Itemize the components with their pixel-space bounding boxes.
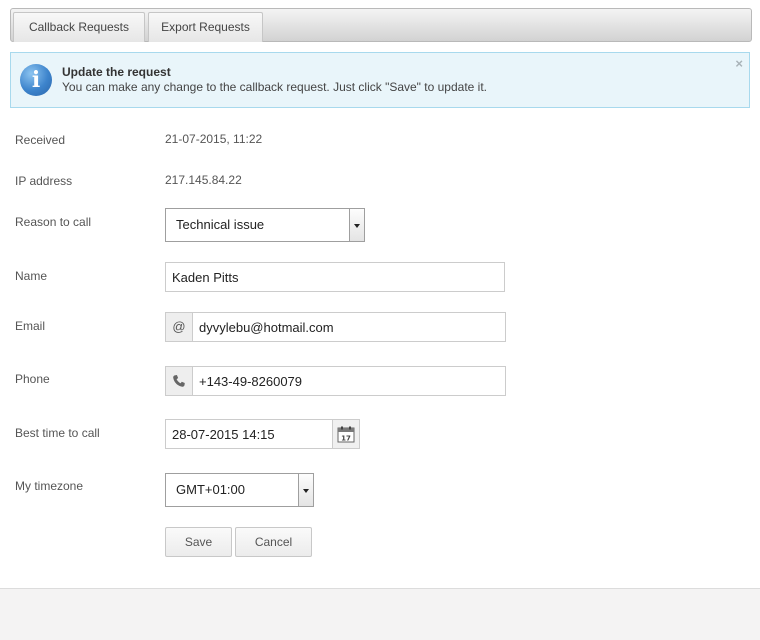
- name-label: Name: [15, 269, 48, 283]
- email-label: Email: [15, 319, 46, 333]
- name-input[interactable]: [165, 262, 505, 292]
- email-input[interactable]: [192, 312, 506, 342]
- at-sign-icon: @: [165, 312, 193, 342]
- timezone-label: My timezone: [15, 479, 84, 493]
- ip-address-label: IP address: [15, 174, 73, 188]
- main-panel: Callback Requests Export Requests i Upda…: [0, 0, 760, 589]
- info-alert: i Update the request You can make any ch…: [10, 52, 750, 108]
- tab-export-requests[interactable]: Export Requests: [148, 12, 263, 42]
- reason-select[interactable]: Technical issue: [165, 208, 365, 242]
- alert-title: Update the request: [62, 65, 171, 79]
- calendar-day: 17: [341, 435, 351, 443]
- phone-label: Phone: [15, 372, 50, 386]
- received-label: Received: [15, 133, 66, 147]
- reason-select-value: Technical issue: [176, 217, 265, 232]
- best-time-label: Best time to call: [15, 426, 100, 440]
- cancel-button[interactable]: Cancel: [235, 527, 312, 557]
- calendar-icon: 17: [337, 426, 355, 443]
- close-icon[interactable]: ×: [735, 57, 743, 71]
- calendar-button[interactable]: 17: [332, 419, 360, 449]
- best-time-input[interactable]: [165, 419, 333, 449]
- chevron-down-icon: [349, 209, 364, 241]
- info-icon: i: [20, 64, 52, 96]
- tab-bar: Callback Requests Export Requests: [10, 8, 752, 42]
- ip-address-value: 217.145.84.22: [165, 173, 242, 187]
- phone-input[interactable]: [192, 366, 506, 396]
- phone-icon: [165, 366, 193, 396]
- chevron-down-icon: [298, 474, 313, 506]
- received-value: 21-07-2015, 11:22: [165, 132, 263, 146]
- timezone-select[interactable]: GMT+01:00: [165, 473, 314, 507]
- alert-text: You can make any change to the callback …: [62, 80, 487, 94]
- reason-label: Reason to call: [15, 215, 92, 229]
- save-button[interactable]: Save: [165, 527, 232, 557]
- timezone-select-value: GMT+01:00: [176, 482, 246, 497]
- tab-callback-requests[interactable]: Callback Requests: [13, 12, 145, 42]
